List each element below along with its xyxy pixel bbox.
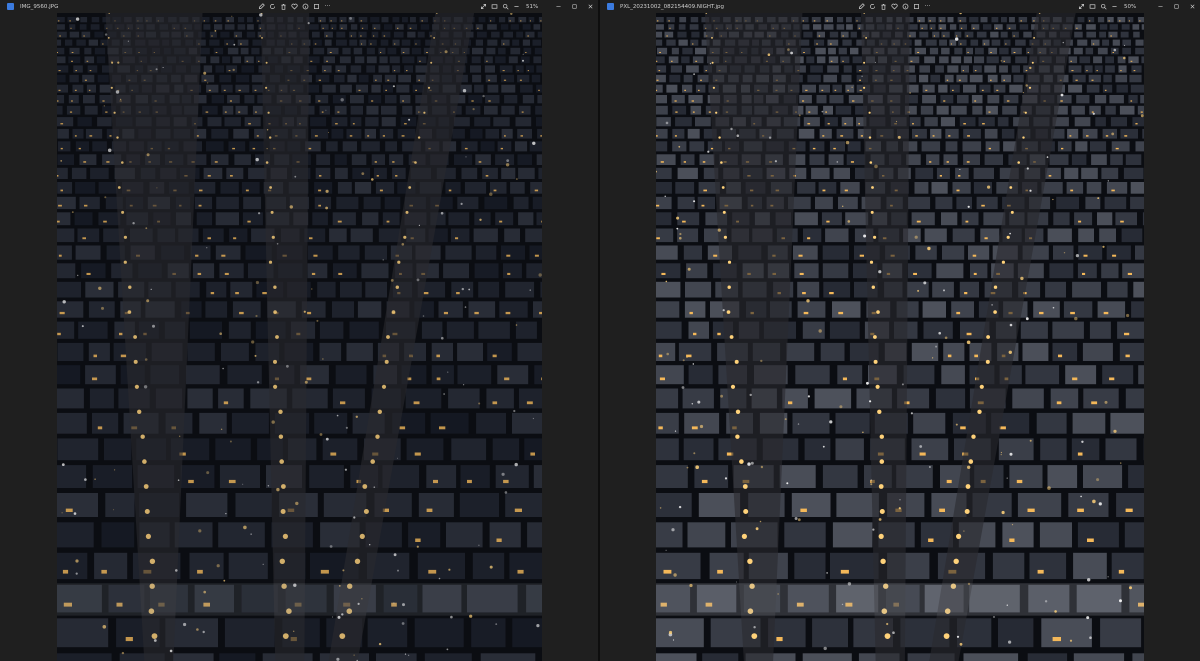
zoom-level[interactable]: 50% [1124, 4, 1136, 10]
photo-viewer-right: PXL_20231002_082154409.NIGHT.jpg ··· 50% [600, 0, 1200, 661]
view-tools: 50% [1078, 2, 1136, 11]
minimize-icon[interactable] [1157, 3, 1164, 10]
edit-icon[interactable] [258, 3, 265, 10]
rotate-icon[interactable] [269, 3, 276, 10]
toolbar: ··· [858, 2, 931, 11]
zoom-level[interactable]: 51% [526, 4, 538, 10]
maximize-icon[interactable] [1173, 3, 1180, 10]
copy-icon[interactable] [913, 3, 920, 10]
photos-app-icon [7, 3, 14, 10]
close-icon[interactable] [1189, 3, 1196, 10]
photos-app-icon [607, 3, 614, 10]
zoom-out-icon[interactable] [1111, 3, 1118, 10]
night-cityscape-photo[interactable] [656, 13, 1144, 661]
expand-icon[interactable] [1078, 3, 1085, 10]
title-bar: PXL_20231002_082154409.NIGHT.jpg ··· 50% [600, 0, 1200, 13]
copy-icon[interactable] [313, 3, 320, 10]
view-tools: 51% [480, 2, 538, 11]
edit-icon[interactable] [858, 3, 865, 10]
zoom-out-icon[interactable] [513, 3, 520, 10]
cityscape-image [57, 13, 542, 661]
night-cityscape-photo[interactable] [57, 13, 542, 661]
rotate-icon[interactable] [869, 3, 876, 10]
window-controls [555, 2, 594, 11]
favorite-icon[interactable] [891, 3, 898, 10]
photo-viewer-left: IMG_9560.JPG ··· 51% [0, 0, 598, 661]
file-name: PXL_20231002_082154409.NIGHT.jpg [620, 3, 724, 10]
close-icon[interactable] [587, 3, 594, 10]
cityscape-image [656, 13, 1144, 661]
filmstrip-icon[interactable] [1089, 3, 1096, 10]
delete-icon[interactable] [280, 3, 287, 10]
filmstrip-icon[interactable] [491, 3, 498, 10]
zoom-icon[interactable] [502, 3, 509, 10]
favorite-icon[interactable] [291, 3, 298, 10]
window-controls [1157, 2, 1196, 11]
info-icon[interactable] [902, 3, 909, 10]
toolbar: ··· [258, 2, 331, 11]
expand-icon[interactable] [480, 3, 487, 10]
info-icon[interactable] [302, 3, 309, 10]
more-icon[interactable]: ··· [324, 3, 331, 10]
more-icon[interactable]: ··· [924, 3, 931, 10]
delete-icon[interactable] [880, 3, 887, 10]
title-bar: IMG_9560.JPG ··· 51% [0, 0, 598, 13]
zoom-icon[interactable] [1100, 3, 1107, 10]
file-name: IMG_9560.JPG [20, 3, 59, 10]
maximize-icon[interactable] [571, 3, 578, 10]
minimize-icon[interactable] [555, 3, 562, 10]
